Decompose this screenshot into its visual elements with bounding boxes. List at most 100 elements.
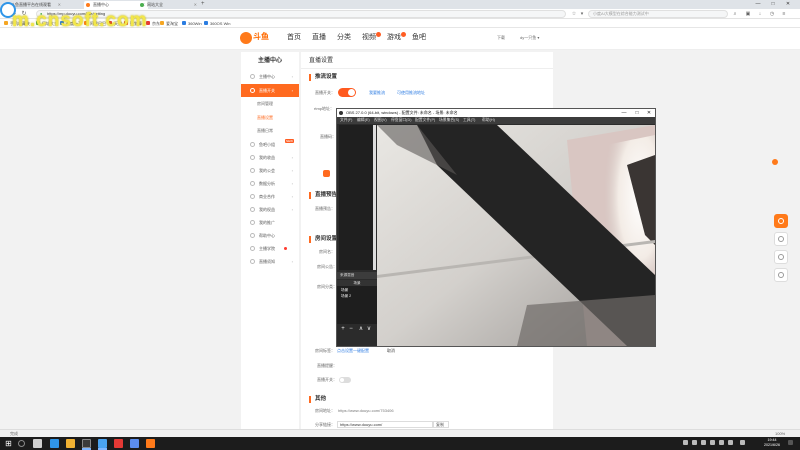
ime-icon[interactable] bbox=[740, 440, 745, 445]
live-switch-toggle[interactable] bbox=[338, 88, 356, 97]
browser-tab[interactable]: 网站大全 ✕ bbox=[138, 1, 200, 9]
nav-fishbar[interactable]: 鱼吧 bbox=[412, 33, 426, 43]
push-stream-link[interactable]: 我要推流 bbox=[369, 90, 385, 96]
sidebar-sub-room[interactable]: 房间管理 bbox=[241, 97, 299, 110]
obs-close-icon[interactable]: ✕ bbox=[643, 109, 655, 117]
user-menu[interactable]: dy一只鱼 ▾ bbox=[520, 34, 539, 42]
obs-preview-canvas[interactable] bbox=[377, 125, 655, 346]
sidebar-sub-live-setting[interactable]: 直播设置 bbox=[241, 111, 299, 124]
sidebar-item-fishbar[interactable]: 鱼吧小组 NEW bbox=[241, 138, 299, 151]
obs-maximize-icon[interactable]: □ bbox=[631, 109, 643, 117]
float-play-button[interactable] bbox=[774, 214, 788, 228]
obs-menu-dock[interactable]: 停靠窗口(D) bbox=[391, 117, 411, 124]
float-share-button[interactable] bbox=[774, 250, 788, 264]
file-explorer-icon[interactable] bbox=[66, 439, 75, 448]
tray-icon[interactable] bbox=[692, 440, 697, 445]
sidebar-item-income[interactable]: 我的收益 › bbox=[241, 151, 299, 164]
tray-icon[interactable] bbox=[683, 440, 688, 445]
sidebar-item-notice[interactable]: 直播须知 › bbox=[241, 255, 299, 268]
close-tab-icon[interactable]: ✕ bbox=[58, 1, 61, 9]
nav-live[interactable]: 直播 bbox=[312, 33, 326, 43]
float-edge-dot[interactable] bbox=[772, 159, 778, 165]
obs-move-down-button[interactable]: ∨ bbox=[365, 325, 373, 333]
obs-source-item[interactable]: 场景 bbox=[339, 288, 375, 293]
app-taskbar-icon[interactable] bbox=[130, 439, 139, 448]
stream-address-link[interactable]: 可使用推流地址 bbox=[397, 90, 425, 96]
obs-menu-view[interactable]: 视图(V) bbox=[374, 117, 387, 124]
notification-icon[interactable] bbox=[788, 440, 793, 445]
tray-icon[interactable] bbox=[710, 440, 715, 445]
start-icon[interactable]: ⊞ bbox=[4, 439, 13, 448]
edge-browser-icon[interactable] bbox=[50, 439, 59, 448]
sidebar: 主播中心 主播中心 › 直播开关 › 房间管理 直播设置 直播日常 鱼吧小组 NEW … bbox=[241, 52, 299, 432]
cancel-text[interactable]: 取消 bbox=[387, 348, 395, 354]
bookmark-item[interactable]: 360OS Win bbox=[204, 20, 230, 27]
room-tag-link[interactable]: 点击设置一键配置 bbox=[337, 348, 369, 354]
maximize-icon[interactable]: □ bbox=[767, 0, 779, 9]
copy-select[interactable]: 复制 bbox=[433, 421, 449, 428]
search-icon[interactable]: ⌕ bbox=[731, 10, 739, 18]
notification-dot bbox=[284, 247, 287, 250]
close-window-icon[interactable]: ✕ bbox=[782, 0, 794, 9]
minimize-icon[interactable]: — bbox=[752, 0, 764, 9]
bookmark-item[interactable]: 爱淘宝 bbox=[160, 20, 178, 27]
tray-icon[interactable] bbox=[701, 440, 706, 445]
obs-menu-file[interactable]: 文件(F) bbox=[340, 117, 352, 124]
nav-game[interactable]: 游戏 bbox=[387, 32, 406, 43]
sidebar-item-promo[interactable]: 我的推广 bbox=[241, 216, 299, 229]
nav-home[interactable]: 首页 bbox=[287, 33, 301, 43]
nav-category[interactable]: 分类 bbox=[337, 33, 351, 43]
extension-icon[interactable]: ▣ bbox=[744, 10, 752, 18]
sidebar-item-academy[interactable]: 主播学院 bbox=[241, 242, 299, 255]
obs-minimize-icon[interactable]: — bbox=[618, 109, 630, 117]
obs-menu-edit[interactable]: 编辑(E) bbox=[357, 117, 370, 124]
close-tab-icon[interactable]: ✕ bbox=[194, 1, 197, 9]
obs-source-item[interactable]: 场景 2 bbox=[339, 294, 375, 299]
sidebar-item-guild[interactable]: 我的公会 › bbox=[241, 164, 299, 177]
sidebar-sub-daily[interactable]: 直播日常 bbox=[241, 124, 299, 137]
obs-menu-profile[interactable]: 配置文件(P) bbox=[415, 117, 435, 124]
obs-menu-help[interactable]: 帮助(H) bbox=[482, 117, 495, 124]
download-link[interactable]: 下载 bbox=[497, 34, 505, 42]
sidebar-item-rights[interactable]: 我的权益 › bbox=[241, 203, 299, 216]
dropdown-icon[interactable]: ▾ bbox=[578, 10, 586, 18]
sidebar-item-data[interactable]: 数据分析 › bbox=[241, 177, 299, 190]
bookmark-item[interactable]: 京东 bbox=[146, 20, 160, 27]
sidebar-item-help[interactable]: 帮助中心 bbox=[241, 229, 299, 242]
taskbar-clock[interactable]: 19:44 2021/6/26 bbox=[760, 438, 784, 448]
obs-menu-scene-collection[interactable]: 场景集合(S) bbox=[439, 117, 459, 124]
obs-move-up-button[interactable]: ∧ bbox=[357, 325, 365, 333]
live-open-label: 直播开关： bbox=[317, 377, 337, 382]
history-icon[interactable]: ◷ bbox=[768, 10, 776, 18]
float-service-button[interactable] bbox=[774, 268, 788, 282]
share-url-input[interactable]: https://www.douyu.com/ bbox=[337, 421, 433, 428]
site-logo[interactable]: 斗鱼 bbox=[240, 32, 270, 45]
live-remind-toggle[interactable] bbox=[339, 377, 351, 383]
network-icon[interactable] bbox=[719, 440, 724, 445]
new-tab-button[interactable]: + bbox=[201, 1, 205, 8]
search-taskbar-icon[interactable] bbox=[18, 440, 25, 447]
float-camera-button[interactable] bbox=[774, 232, 788, 246]
app-taskbar-icon[interactable] bbox=[146, 439, 155, 448]
sidebar-item-live-switch[interactable]: 直播开关 › bbox=[241, 84, 299, 97]
task-view-icon[interactable] bbox=[33, 439, 42, 448]
obs-add-button[interactable]: + bbox=[339, 325, 347, 333]
obs-menu-tools[interactable]: 工具(T) bbox=[463, 117, 475, 124]
browser-taskbar-icon[interactable] bbox=[98, 439, 107, 448]
volume-icon[interactable] bbox=[728, 440, 733, 445]
zoom-level[interactable]: 100% bbox=[775, 430, 785, 437]
sidebar-item-anchor-center[interactable]: 主播中心 › bbox=[241, 70, 299, 83]
obs-remove-button[interactable]: − bbox=[347, 325, 355, 333]
obs-scrollbar[interactable] bbox=[373, 125, 376, 270]
nav-video[interactable]: 视频 bbox=[362, 32, 381, 43]
search-input[interactable]: 小度AI大模型在综合能力测试中 bbox=[588, 10, 728, 18]
app-taskbar-icon[interactable] bbox=[114, 439, 123, 448]
float-orange-icon[interactable] bbox=[323, 170, 330, 177]
menu-icon[interactable]: ≡ bbox=[780, 10, 788, 18]
obs-taskbar-icon[interactable] bbox=[82, 439, 91, 448]
star-icon[interactable]: ☆ bbox=[570, 10, 578, 18]
sidebar-item-business[interactable]: 商业合作 › bbox=[241, 190, 299, 203]
download-icon[interactable]: ↓ bbox=[756, 10, 764, 18]
bookmark-item[interactable]: 360Win bbox=[182, 20, 202, 27]
notice-icon bbox=[250, 259, 255, 264]
